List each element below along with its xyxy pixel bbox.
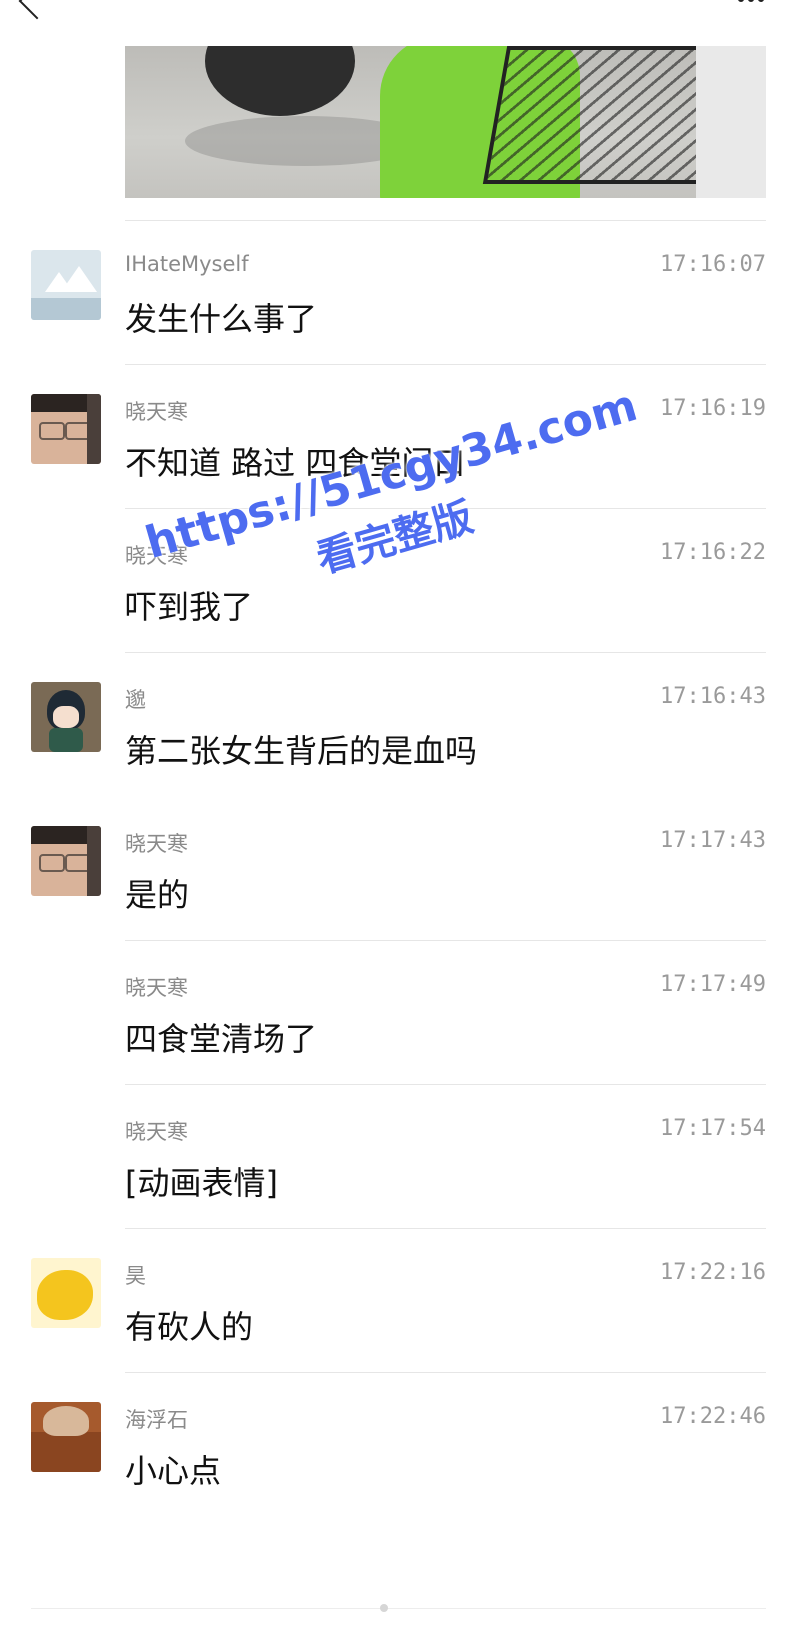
message-time: 17:17:54 <box>660 1116 766 1141</box>
back-icon[interactable] <box>18 0 56 20</box>
message-text: 吓到我了 <box>125 588 254 626</box>
message-item[interactable]: 昊 17:22:16 有砍人的 <box>0 1228 800 1378</box>
avatar[interactable] <box>31 682 101 752</box>
sender-name: 晓天寒 <box>125 544 188 568</box>
message-time: 17:17:43 <box>660 828 766 853</box>
sender-name: IHateMyself <box>125 252 249 276</box>
message-time: 17:22:16 <box>660 1260 766 1285</box>
message-time: 17:16:22 <box>660 540 766 565</box>
sender-name: 晓天寒 <box>125 832 188 856</box>
message-item[interactable]: 晓天寒 17:17:43 是的 <box>0 796 800 946</box>
sender-name: 海浮石 <box>125 1408 188 1432</box>
message-time: 17:22:46 <box>660 1404 766 1429</box>
message-time: 17:16:07 <box>660 252 766 277</box>
message-text: [动画表情] <box>125 1164 278 1202</box>
message-item[interactable]: 邈 17:16:43 第二张女生背后的是血吗 <box>0 652 800 802</box>
message-text: 发生什么事了 <box>125 300 318 338</box>
message-item[interactable]: 晓天寒 17:16:19 不知道 路过 四食堂门口 <box>0 364 800 514</box>
message-item[interactable]: 海浮石 17:22:46 小心点 <box>0 1372 800 1522</box>
message-text: 四食堂清场了 <box>125 1020 318 1058</box>
sender-name: 晓天寒 <box>125 400 188 424</box>
shared-photo[interactable] <box>125 46 766 198</box>
message-text: 第二张女生背后的是血吗 <box>125 732 478 770</box>
more-dots-icon[interactable] <box>738 0 764 2</box>
message-text: 有砍人的 <box>125 1308 254 1346</box>
sender-name: 晓天寒 <box>125 976 188 1000</box>
message-time: 17:17:49 <box>660 972 766 997</box>
message-item[interactable]: 晓天寒 17:17:49 四食堂清场了 <box>0 940 800 1090</box>
avatar[interactable] <box>31 394 101 464</box>
top-bar <box>0 0 800 46</box>
message-item[interactable]: IHateMyself 17:16:07 发生什么事了 <box>0 220 800 370</box>
sender-name: 晓天寒 <box>125 1120 188 1144</box>
avatar[interactable] <box>31 826 101 896</box>
message-text: 是的 <box>125 876 190 914</box>
avatar[interactable] <box>31 1258 101 1328</box>
message-time: 17:16:19 <box>660 396 766 421</box>
sender-name: 邈 <box>125 688 146 712</box>
message-text: 小心点 <box>125 1452 222 1490</box>
message-item[interactable]: 晓天寒 17:17:54 [动画表情] <box>0 1084 800 1234</box>
avatar[interactable] <box>31 250 101 320</box>
message-item[interactable]: 晓天寒 17:16:22 吓到我了 <box>0 508 800 658</box>
avatar[interactable] <box>31 1402 101 1472</box>
bottom-divider <box>31 1608 766 1609</box>
scroll-indicator <box>380 1604 388 1612</box>
message-time: 17:16:43 <box>660 684 766 709</box>
sender-name: 昊 <box>125 1264 146 1288</box>
message-text: 不知道 路过 四食堂门口 <box>125 444 466 482</box>
